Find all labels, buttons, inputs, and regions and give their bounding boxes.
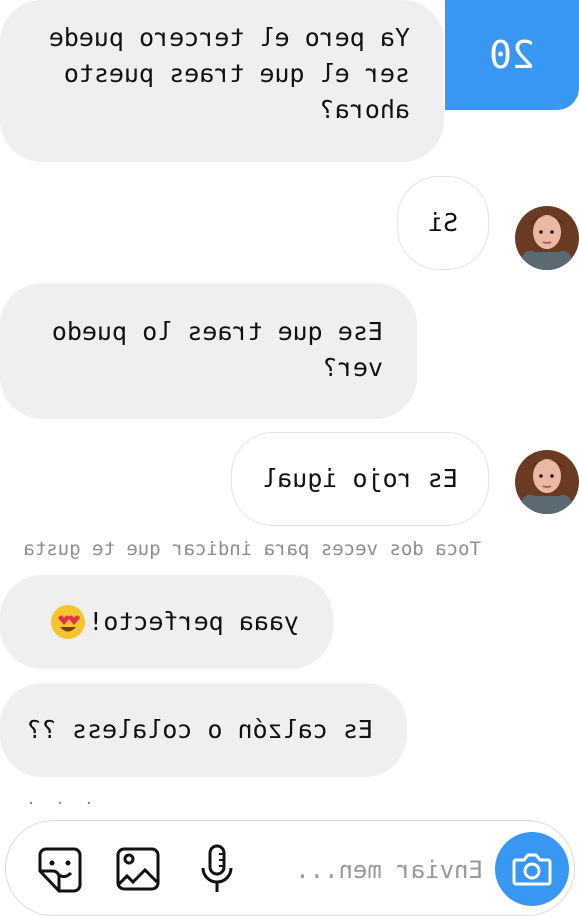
- unread-counter-badge: 20: [445, 0, 579, 110]
- message-bubble[interactable]: Es calzón o colaless ??: [0, 683, 407, 777]
- avatar-photo: [515, 206, 579, 270]
- message-input[interactable]: Enviar men...: [295, 856, 483, 884]
- sticker-icon[interactable]: [35, 845, 85, 895]
- message-text: Ese que traes lo puedo ver?: [51, 317, 383, 382]
- message-bubble[interactable]: Si: [397, 176, 489, 270]
- message-bubble[interactable]: yaaa perfecto!: [0, 575, 333, 669]
- message-text: Es calzón o colaless ??: [26, 715, 373, 744]
- avatar-photo: [515, 450, 579, 514]
- avatar[interactable]: [515, 206, 579, 270]
- mirrored-chat-screen: 20 Ya pero el tercero puede ser el que t…: [0, 0, 579, 916]
- camera-icon: [512, 853, 552, 886]
- double-tap-like-hint: Toca dos veces para indicar que te gusta: [23, 538, 481, 560]
- message-bubble[interactable]: Ya pero el tercero puede ser el que trae…: [0, 0, 444, 162]
- microphone-icon[interactable]: [197, 844, 237, 896]
- avatar[interactable]: [515, 450, 579, 514]
- message-text: Es rojo igual: [262, 464, 458, 493]
- message-composer[interactable]: [5, 820, 575, 916]
- camera-button[interactable]: [495, 832, 569, 906]
- typing-indicator: . . .: [20, 792, 93, 808]
- message-bubble[interactable]: Ese que traes lo puedo ver?: [0, 283, 417, 419]
- message-bubble[interactable]: Es rojo igual: [231, 432, 489, 526]
- image-icon[interactable]: [115, 846, 161, 892]
- message-text: Ya pero el tercero puede ser el que trae…: [48, 23, 410, 124]
- message-text: Si: [427, 208, 459, 237]
- heart-eyes-emoji-icon: [51, 605, 86, 639]
- message-text: yaaa perfecto!: [88, 607, 299, 636]
